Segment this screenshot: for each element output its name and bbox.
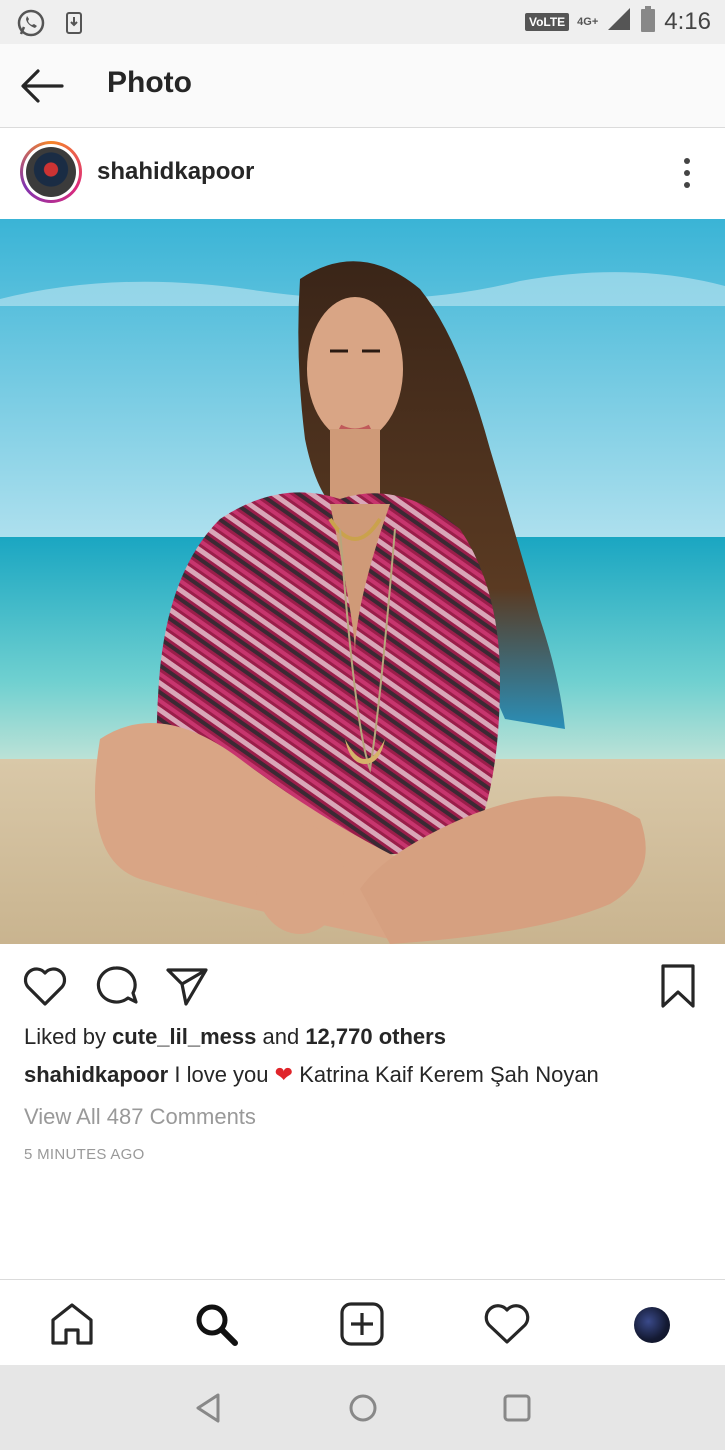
page-title: Photo — [107, 66, 192, 99]
user-avatar[interactable] — [20, 141, 82, 203]
recents-square-icon[interactable] — [500, 1391, 534, 1425]
liked-by-user[interactable]: cute_lil_mess — [112, 1024, 256, 1049]
likes-middle: and — [256, 1024, 306, 1049]
post-header: shahidkapoor — [0, 129, 725, 219]
system-nav-bar — [0, 1365, 725, 1450]
download-icon — [66, 12, 82, 39]
add-post-icon[interactable] — [338, 1300, 386, 1348]
heart-icon[interactable] — [22, 964, 68, 1008]
status-bar: VoLTE 4G+ 4:16 — [0, 0, 725, 44]
view-comments-link[interactable]: View All 487 Comments — [24, 1104, 256, 1130]
app-bar: Photo — [0, 44, 725, 128]
signal-icon — [606, 6, 632, 37]
search-icon[interactable] — [192, 1300, 240, 1348]
network-type: 4G+ — [577, 15, 599, 28]
caption-text-after: Katrina Kaif Kerem Şah Noyan — [293, 1062, 599, 1087]
back-arrow-icon[interactable] — [18, 64, 66, 108]
more-options-icon[interactable] — [679, 157, 695, 189]
likes-prefix: Liked by — [24, 1024, 113, 1049]
heart-emoji-icon: ❤ — [274, 1062, 294, 1087]
volte-badge: VoLTE — [524, 12, 570, 31]
activity-heart-icon[interactable] — [483, 1300, 531, 1348]
bookmark-icon[interactable] — [656, 964, 702, 1008]
post-actions — [0, 944, 725, 1024]
caption-text-before: I love you — [168, 1062, 275, 1087]
bottom-tab-bar — [0, 1279, 725, 1365]
post-username[interactable]: shahidkapoor — [97, 158, 254, 186]
share-icon[interactable] — [164, 964, 210, 1008]
likes-count[interactable]: 12,770 others — [305, 1024, 446, 1049]
likes-summary: Liked by cute_lil_mess and 12,770 others — [24, 1024, 446, 1050]
home-icon[interactable] — [48, 1300, 96, 1348]
battery-icon — [640, 6, 656, 37]
post-photo[interactable] — [0, 219, 725, 944]
profile-avatar[interactable] — [634, 1307, 670, 1343]
whatsapp-icon — [16, 8, 46, 43]
comment-icon[interactable] — [94, 964, 140, 1008]
caption-author[interactable]: shahidkapoor — [24, 1062, 168, 1087]
back-triangle-icon[interactable] — [192, 1391, 226, 1425]
home-circle-icon[interactable] — [346, 1391, 380, 1425]
post-timestamp: 5 MINUTES AGO — [24, 1146, 145, 1163]
post-caption: shahidkapoor I love you ❤ Katrina Kaif K… — [24, 1062, 599, 1088]
clock: 4:16 — [664, 7, 711, 35]
